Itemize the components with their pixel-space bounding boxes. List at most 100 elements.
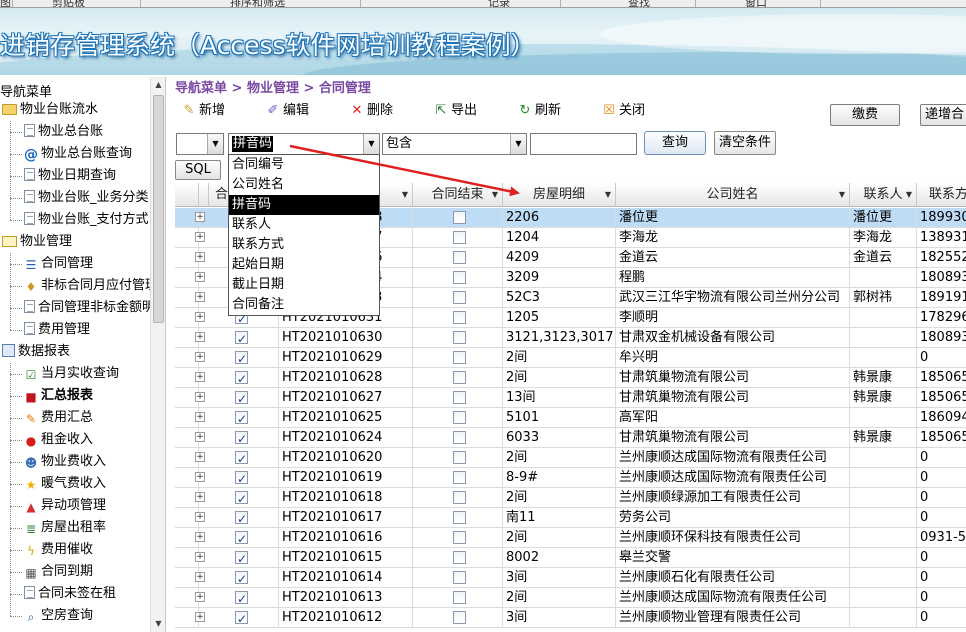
- row-checkbox[interactable]: [235, 489, 248, 508]
- nav-item[interactable]: 物业管理: [0, 231, 150, 253]
- edit-button[interactable]: ✐ 编辑: [265, 101, 309, 121]
- chevron-down-icon[interactable]: ▼: [510, 134, 526, 154]
- dropdown-option[interactable]: 联系人: [229, 215, 379, 235]
- table-row[interactable]: + HT2021010618 2间兰州康顺绿源加工有限责任公司 0: [175, 488, 966, 508]
- sort-arrow-icon[interactable]: ▼: [492, 183, 498, 207]
- expand-plus-icon[interactable]: +: [195, 292, 205, 302]
- table-row[interactable]: + HT2021010614 3间兰州康顺石化有限责任公司 0: [175, 568, 966, 588]
- dropdown-option[interactable]: 拼音码: [229, 195, 379, 215]
- row-checkbox[interactable]: [235, 609, 248, 628]
- filter-operator-combo[interactable]: 包含 ▼: [382, 133, 527, 155]
- dropdown-option[interactable]: 公司姓名: [229, 175, 379, 195]
- contract-end-checkbox[interactable]: [453, 611, 466, 624]
- filter-field-combo-2[interactable]: 拼音码 ▼: [228, 133, 380, 155]
- table-row[interactable]: + HT2021010628 2间甘肃筑巢物流有限公司韩景康185065: [175, 368, 966, 388]
- row-checkbox[interactable]: [235, 409, 248, 428]
- table-row[interactable]: + HT2021010629 2间牟兴明 0: [175, 348, 966, 368]
- row-checkbox[interactable]: [235, 449, 248, 468]
- table-row[interactable]: + HT2021010619 8-9#兰州康顺达成国际物流有限责任公司 0: [175, 468, 966, 488]
- clear-conditions-button[interactable]: 清空条件: [714, 131, 776, 155]
- contract-end-checkbox[interactable]: [453, 251, 466, 264]
- expand-plus-icon[interactable]: +: [195, 612, 205, 622]
- contract-end-checkbox[interactable]: [453, 231, 466, 244]
- expand-plus-icon[interactable]: +: [195, 212, 205, 222]
- expand-plus-icon[interactable]: +: [195, 532, 205, 542]
- contract-end-checkbox[interactable]: [453, 291, 466, 304]
- expand-plus-icon[interactable]: +: [195, 572, 205, 582]
- expand-plus-icon[interactable]: +: [195, 272, 205, 282]
- nav-item[interactable]: ♦ 非标合同月应付管理: [0, 275, 158, 297]
- header-phone[interactable]: 联系方: [917, 183, 966, 207]
- row-checkbox[interactable]: [235, 389, 248, 408]
- contract-end-checkbox[interactable]: [453, 431, 466, 444]
- contract-end-checkbox[interactable]: [453, 371, 466, 384]
- expand-plus-icon[interactable]: +: [195, 512, 205, 522]
- contract-end-checkbox[interactable]: [453, 311, 466, 324]
- expand-plus-icon[interactable]: +: [195, 492, 205, 502]
- row-checkbox[interactable]: [235, 429, 248, 448]
- scroll-thumb[interactable]: [153, 95, 164, 323]
- expand-plus-icon[interactable]: +: [195, 472, 205, 482]
- expand-plus-icon[interactable]: +: [195, 392, 205, 402]
- row-checkbox[interactable]: [235, 589, 248, 608]
- expand-plus-icon[interactable]: +: [195, 312, 205, 322]
- nav-item[interactable]: ▲ 异动项管理: [0, 495, 150, 517]
- sort-arrow-icon[interactable]: ▼: [906, 183, 912, 207]
- header-contact[interactable]: 联系人 ▼: [850, 183, 917, 207]
- nav-item[interactable]: 费用管理: [0, 319, 150, 341]
- row-checkbox[interactable]: [235, 509, 248, 528]
- contract-end-checkbox[interactable]: [453, 531, 466, 544]
- nav-item[interactable]: ≣ 房屋出租率: [0, 517, 150, 539]
- expand-plus-icon[interactable]: +: [195, 592, 205, 602]
- nav-item[interactable]: 合同管理非标金额明细: [0, 297, 165, 319]
- row-checkbox[interactable]: [235, 329, 248, 348]
- contract-end-checkbox[interactable]: [453, 331, 466, 344]
- field-dropdown-list[interactable]: 合同编号 公司姓名 拼音码 联系人 联系方式 起始日期 截止日期 合同备注: [228, 154, 380, 316]
- table-row[interactable]: + HT2021010616 2间兰州康顺环保科技有限责任公司 0931-5: [175, 528, 966, 548]
- contract-end-checkbox[interactable]: [453, 471, 466, 484]
- expand-plus-icon[interactable]: +: [195, 432, 205, 442]
- nav-item[interactable]: ✎ 费用汇总: [0, 407, 150, 429]
- contract-end-checkbox[interactable]: [453, 551, 466, 564]
- table-row[interactable]: + HT2021010625 5101高军阳 186094: [175, 408, 966, 428]
- row-checkbox[interactable]: [235, 569, 248, 588]
- dropdown-option[interactable]: 截止日期: [229, 275, 379, 295]
- expand-plus-icon[interactable]: +: [195, 352, 205, 362]
- sort-arrow-icon[interactable]: ▼: [839, 183, 845, 207]
- filter-value-input[interactable]: [530, 133, 637, 155]
- nav-item[interactable]: 合同未签在租: [0, 583, 150, 605]
- refresh-button[interactable]: ↻ 刷新: [517, 101, 561, 121]
- nav-item[interactable]: ☰ 合同管理: [0, 253, 150, 275]
- expand-plus-icon[interactable]: +: [195, 452, 205, 462]
- dropdown-option[interactable]: 合同编号: [229, 155, 379, 175]
- nav-item[interactable]: 数据报表: [0, 341, 150, 363]
- row-checkbox[interactable]: [235, 529, 248, 548]
- expand-plus-icon[interactable]: +: [195, 332, 205, 342]
- chevron-down-icon[interactable]: ▼: [207, 134, 223, 154]
- contract-end-checkbox[interactable]: [453, 351, 466, 364]
- contract-end-checkbox[interactable]: [453, 411, 466, 424]
- contract-end-checkbox[interactable]: [453, 591, 466, 604]
- sort-arrow-icon[interactable]: ▼: [402, 183, 408, 207]
- header-contract-end[interactable]: 合同结束 ▼: [413, 183, 503, 207]
- expand-plus-icon[interactable]: +: [195, 412, 205, 422]
- delete-button[interactable]: ✕ 删除: [349, 101, 393, 121]
- table-row[interactable]: + HT2021010624 6033甘肃筑巢物流有限公司韩景康185065: [175, 428, 966, 448]
- header-company[interactable]: 公司姓名 ▼: [616, 183, 850, 207]
- row-checkbox[interactable]: [235, 469, 248, 488]
- contract-end-checkbox[interactable]: [453, 491, 466, 504]
- header-house-detail[interactable]: 房屋明细 ▼: [503, 183, 616, 207]
- table-row[interactable]: + HT2021010630 3121,3123,3017甘肃双金机械设备有限公司 1…: [175, 328, 966, 348]
- scroll-down-arrow-icon[interactable]: ▼: [151, 616, 165, 632]
- dropdown-option[interactable]: 联系方式: [229, 235, 379, 255]
- table-row[interactable]: + HT2021010617 南11劳务公司 0: [175, 508, 966, 528]
- contract-end-checkbox[interactable]: [453, 271, 466, 284]
- contract-end-checkbox[interactable]: [453, 571, 466, 584]
- nav-item[interactable]: ● 租金收入: [0, 429, 150, 451]
- chevron-down-icon[interactable]: ▼: [363, 134, 379, 154]
- expand-plus-icon[interactable]: +: [195, 372, 205, 382]
- nav-item[interactable]: 物业台账_支付方式: [0, 209, 150, 231]
- sql-button[interactable]: SQL: [175, 160, 221, 180]
- contract-end-checkbox[interactable]: [453, 511, 466, 524]
- nav-item[interactable]: ☑ 当月实收查询: [0, 363, 150, 385]
